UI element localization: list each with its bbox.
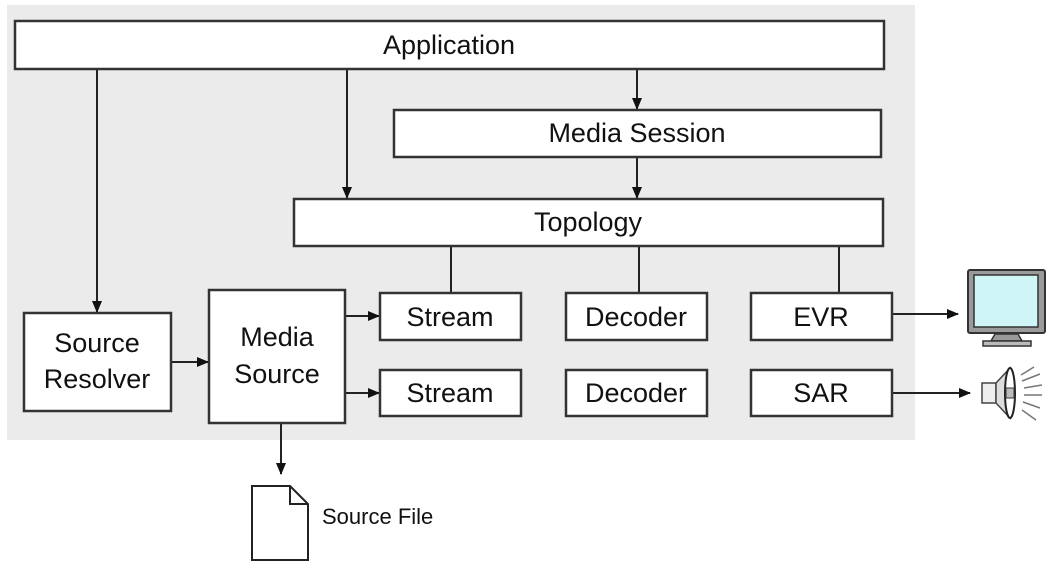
source-file: Source File [251,485,433,561]
node-media-session: Media Session [392,108,883,159]
node-evr: EVR [749,291,894,342]
media-foundation-diagram: Application Media Session Topology Sourc… [7,5,1046,561]
document-icon [251,485,309,561]
source-file-label: Source File [322,504,433,529]
topology-label: Topology [534,207,643,237]
monitor-icon [967,269,1046,347]
source-resolver-label-2: Resolver [44,364,151,394]
node-decoder-2: Decoder [564,368,709,418]
source-resolver-label-1: Source [54,328,140,358]
stream-2-label: Stream [406,378,493,408]
stream-1-label: Stream [406,302,493,332]
node-topology: Topology [292,197,885,248]
speaker-icon [981,366,1043,421]
media-session-label: Media Session [548,118,725,148]
node-source-resolver: Source Resolver [22,311,173,413]
node-stream-2: Stream [378,368,523,418]
decoder-1-label: Decoder [585,302,687,332]
node-stream-1: Stream [378,291,523,342]
node-decoder-1: Decoder [564,291,709,342]
media-source-label-2: Source [234,359,320,389]
application-label: Application [383,30,515,60]
media-source-label-1: Media [240,322,315,352]
node-application: Application [13,19,886,71]
decoder-2-label: Decoder [585,378,687,408]
node-media-source: Media Source [207,288,347,425]
sar-label: SAR [793,378,849,408]
node-sar: SAR [749,368,894,418]
evr-label: EVR [793,302,849,332]
